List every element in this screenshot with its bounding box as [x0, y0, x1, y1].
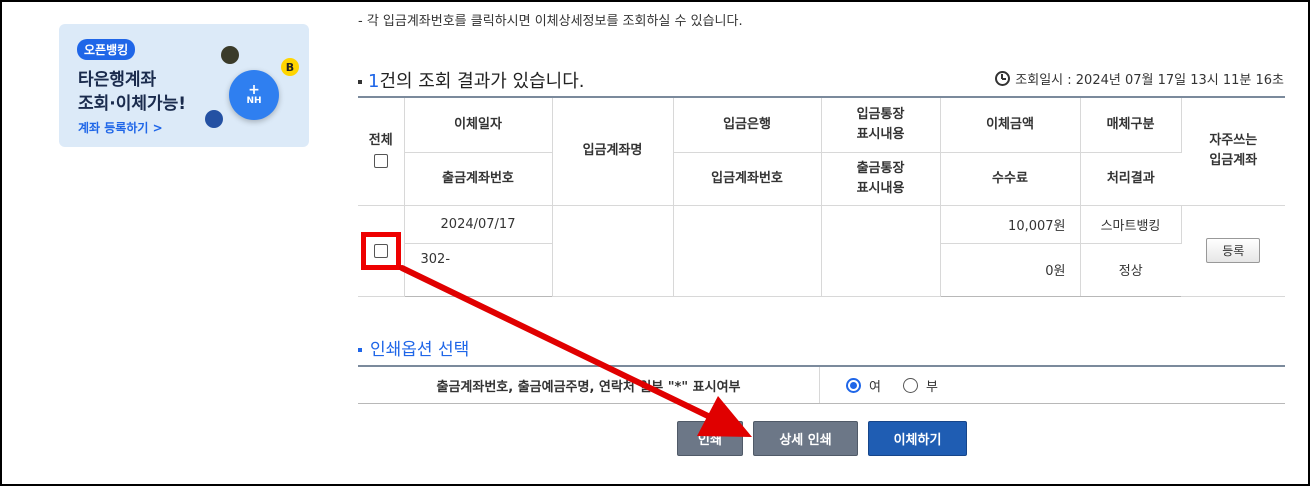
header-favorite-account: 자주쓰는 입금계좌	[1181, 96, 1285, 206]
header-amount: 이체금액	[940, 96, 1081, 153]
query-time-text: 조회일시 : 2024년 07월 17일 13시 11분 16초	[1015, 73, 1284, 88]
query-time: 조회일시 : 2024년 07월 17일 13시 11분 16초	[995, 69, 1284, 88]
open-banking-tag: 오픈뱅킹	[77, 39, 136, 60]
print-option-radios: 여 부	[820, 376, 952, 395]
cell-withdraw-account: 302-	[404, 243, 553, 297]
row-checkbox[interactable]	[373, 243, 388, 258]
nh-label: NH	[246, 96, 262, 106]
select-all-header: 전체	[358, 96, 405, 206]
cell-deposit-memo	[821, 205, 941, 297]
header-deposit-account-no: 입금계좌번호	[673, 152, 822, 206]
print-option-row: 출금계좌번호, 출금예금주명, 연락처 일부 "*" 표시여부 여 부	[358, 365, 1285, 404]
result-title: 1건의 조회 결과가 있습니다.	[358, 67, 585, 93]
detail-print-button[interactable]: 상세 인쇄	[753, 421, 858, 456]
bullet-icon	[358, 80, 362, 84]
bank-logo-icon	[205, 110, 223, 128]
plus-icon: +	[248, 82, 260, 98]
header-deposit-bank: 입금은행	[673, 96, 822, 153]
select-all-label: 전체	[368, 133, 393, 149]
banner-headline-2: 조회·이체가능!	[78, 94, 187, 114]
cell-deposit-bank	[673, 205, 822, 297]
cell-amount: 10,007원	[940, 205, 1081, 244]
cell-status: 정상	[1080, 243, 1181, 297]
nh-bank-icon: + NH	[229, 70, 279, 120]
clock-icon	[995, 71, 1011, 86]
print-options-title-text: 인쇄옵션 선택	[370, 340, 470, 360]
header-status: 처리결과	[1080, 152, 1181, 206]
bullet-icon	[358, 348, 362, 352]
table-row: 2024/07/17 10,007원 스마트뱅킹 등록	[358, 205, 1285, 297]
mask-yes-label[interactable]: 여	[869, 376, 881, 395]
banner-headline-1: 타은행계좌	[78, 70, 157, 90]
header-deposit-memo: 입금통장 표시내용	[821, 96, 941, 153]
row-select-cell	[358, 205, 405, 297]
print-options-title: 인쇄옵션 선택	[358, 335, 469, 360]
result-count: 1	[368, 71, 380, 92]
header-withdraw-memo: 출금통장 표시내용	[821, 152, 941, 206]
header-deposit-account-name: 입금계좌명	[552, 96, 674, 206]
mask-no-label[interactable]: 부	[926, 376, 938, 395]
print-button[interactable]: 인쇄	[677, 421, 743, 456]
bank-logo-icon	[221, 46, 239, 64]
cell-fee: 0원	[940, 243, 1081, 297]
header-withdraw-account: 출금계좌번호	[404, 152, 553, 206]
header-transfer-date: 이체일자	[404, 96, 553, 153]
transfer-button[interactable]: 이체하기	[868, 421, 967, 456]
print-option-label: 출금계좌번호, 출금예금주명, 연락처 일부 "*" 표시여부	[358, 367, 820, 403]
header-fee: 수수료	[940, 152, 1081, 206]
open-banking-banner[interactable]: 오픈뱅킹 타은행계좌 조회·이체가능! 계좌 등록하기 > B + NH	[59, 24, 309, 147]
mask-yes-radio[interactable]	[846, 377, 861, 393]
kakao-bank-icon: B	[281, 58, 299, 76]
transfer-result-table: 전체 이체일자 입금계좌명 입금은행 입금통장 표시내용 이체금액 매체구분 자…	[358, 96, 1285, 297]
row-checkbox-highlight	[360, 231, 401, 270]
mask-no-radio[interactable]	[902, 377, 918, 393]
register-favorite-button[interactable]: 등록	[1206, 238, 1261, 263]
cell-favorite: 등록	[1181, 205, 1285, 297]
notice-text: - 각 입금계좌번호를 클릭하시면 이체상세정보를 조회하실 수 있습니다.	[358, 14, 743, 29]
result-suffix: 건의 조회 결과가 있습니다.	[379, 71, 585, 92]
cell-transfer-date: 2024/07/17	[404, 205, 553, 244]
cell-deposit-account-name	[552, 205, 674, 297]
cell-channel: 스마트뱅킹	[1080, 205, 1182, 244]
select-all-checkbox[interactable]	[373, 153, 388, 168]
header-channel: 매체구분	[1080, 96, 1182, 153]
banner-register-link[interactable]: 계좌 등록하기 >	[78, 119, 163, 136]
